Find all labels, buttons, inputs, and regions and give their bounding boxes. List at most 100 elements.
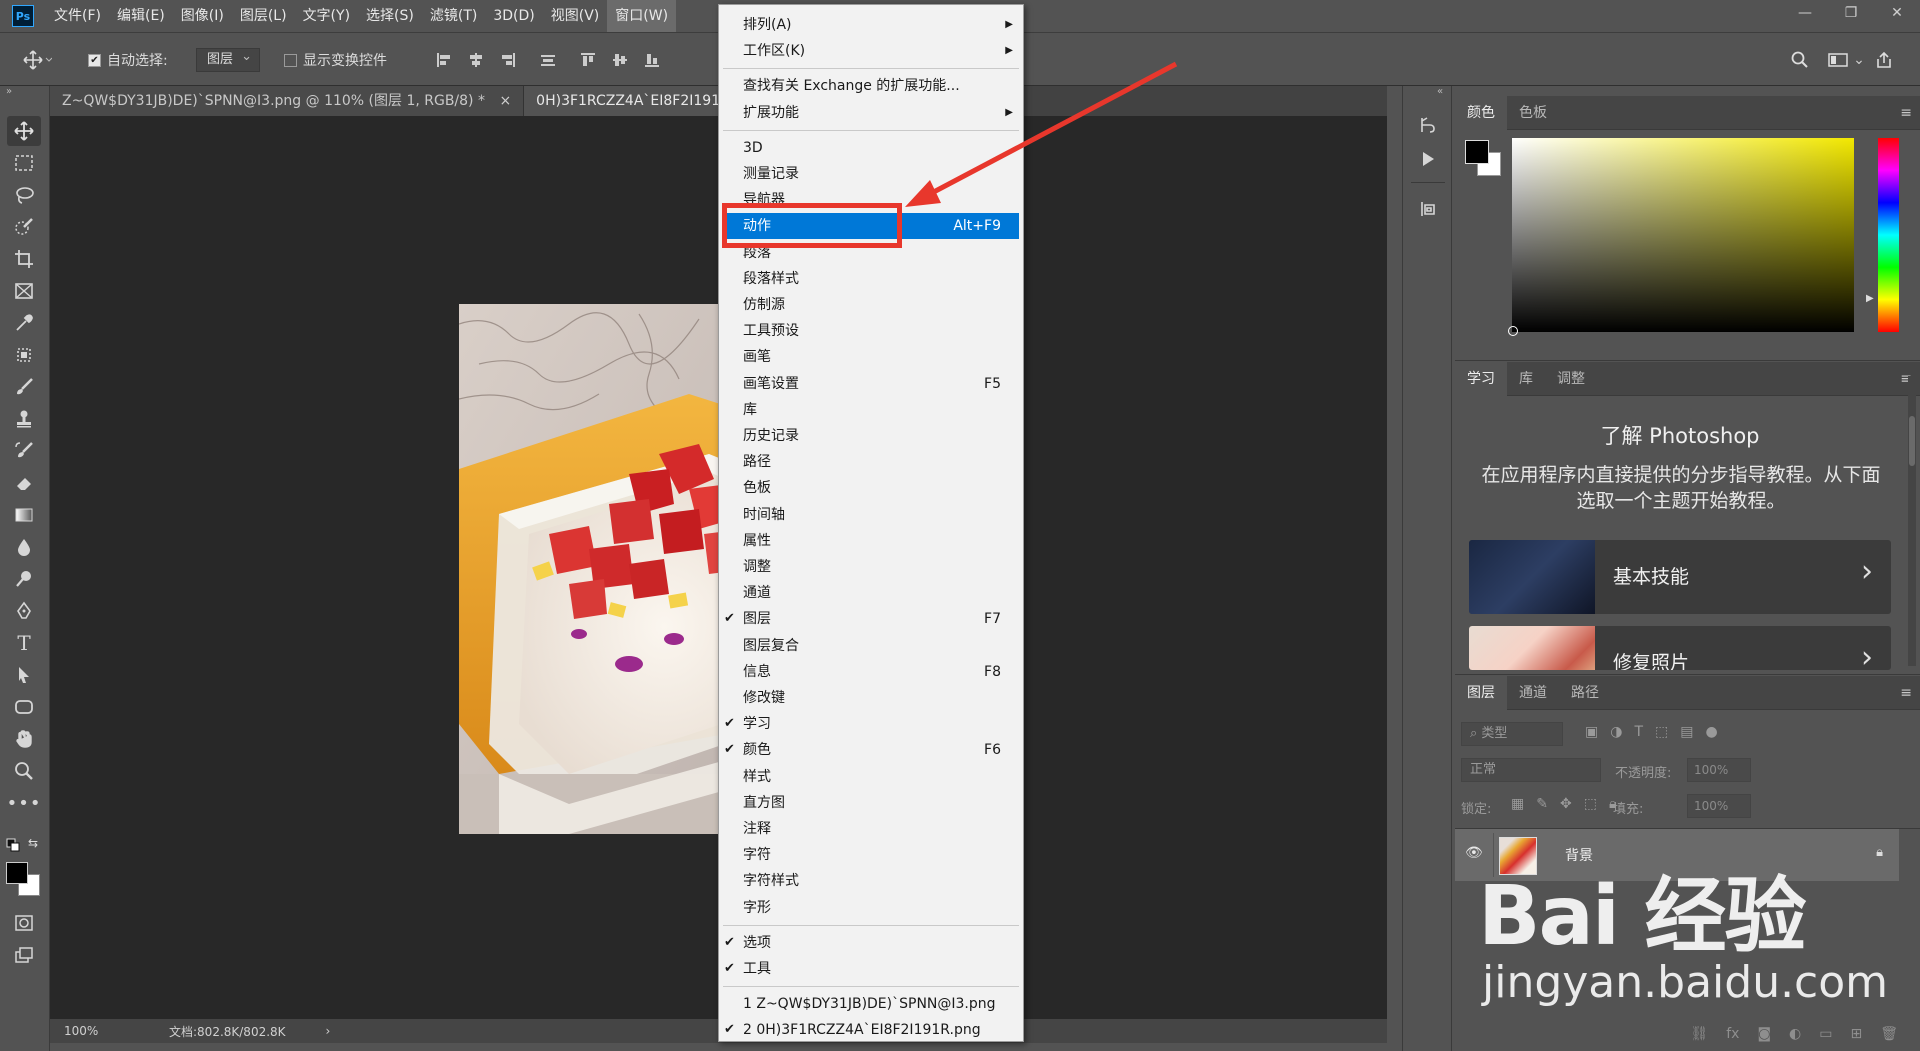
lock-position-icon[interactable]: ✥ <box>1560 796 1572 812</box>
collapse-icon[interactable]: « <box>1437 86 1443 97</box>
tab-channels[interactable]: 通道 <box>1507 676 1559 710</box>
menu-item-3[interactable]: 查找有关 Exchange 的扩展功能... <box>719 73 1023 99</box>
lock-image-icon[interactable]: ✎ <box>1536 796 1548 812</box>
adjustment-layer-icon[interactable]: ◐ <box>1789 1026 1801 1042</box>
adjustment-filter-icon[interactable]: ◑ <box>1610 724 1622 740</box>
menu-item-1[interactable]: 工作区(K) ▶ <box>719 38 1023 64</box>
brush-tool-icon[interactable] <box>7 372 41 402</box>
delete-layer-icon[interactable]: 🗑︎ <box>1880 1026 1898 1042</box>
lasso-tool-icon[interactable] <box>7 180 41 210</box>
learn-scrollbar[interactable] <box>1908 376 1916 666</box>
menu-item-27[interactable]: 修改键 <box>719 685 1023 711</box>
menu-edit[interactable]: 编辑(E) <box>109 0 173 32</box>
color-panel-menu-icon[interactable]: ≡ <box>1900 105 1912 121</box>
menu-item-26[interactable]: 信息 F8 <box>719 659 1023 685</box>
menu-item-38[interactable]: 工具 ✔ <box>719 956 1023 982</box>
menu-item-12[interactable]: 仿制源 <box>719 292 1023 318</box>
crop-tool-icon[interactable] <box>7 244 41 274</box>
menu-type[interactable]: 文字(Y) <box>295 0 358 32</box>
menu-filter[interactable]: 滤镜(T) <box>422 0 485 32</box>
layers-panel-menu-icon[interactable]: ≡ <box>1900 685 1912 701</box>
distribute-horizontal-icon[interactable] <box>538 50 558 70</box>
align-left-icon[interactable] <box>434 50 454 70</box>
menu-3d[interactable]: 3D(D) <box>485 0 542 32</box>
new-layer-icon[interactable]: ⊞ <box>1850 1026 1862 1042</box>
rectangle-tool-icon[interactable] <box>7 692 41 722</box>
menu-item-35[interactable]: 字形 <box>719 895 1023 921</box>
menu-layer[interactable]: 图层(L) <box>232 0 295 32</box>
menu-item-25[interactable]: 图层复合 <box>719 633 1023 659</box>
tab-learn[interactable]: 学习 <box>1455 361 1507 396</box>
menu-item-4[interactable]: 扩展功能 ▶ <box>719 100 1023 126</box>
menu-item-13[interactable]: 工具预设 <box>719 318 1023 344</box>
hand-tool-icon[interactable] <box>7 724 41 754</box>
auto-select-checkbox[interactable]: ✔ <box>88 53 101 67</box>
hue-slider[interactable] <box>1878 138 1899 332</box>
menu-item-14[interactable]: 画笔 <box>719 344 1023 370</box>
learn-card-fix-photos[interactable]: 修复照片 › <box>1469 626 1891 670</box>
history-panel-icon[interactable] <box>1414 112 1442 138</box>
close-window-button[interactable]: ✕ <box>1874 0 1920 26</box>
status-chevron-icon[interactable]: › <box>326 1024 331 1038</box>
blend-mode-dropdown[interactable]: 正常 <box>1461 758 1601 782</box>
clone-stamp-tool-icon[interactable] <box>7 404 41 434</box>
type-tool-icon[interactable]: T <box>7 628 41 658</box>
color-picker-field[interactable] <box>1508 138 1854 336</box>
lock-transparent-icon[interactable]: ▦ <box>1511 796 1524 812</box>
close-tab-icon[interactable]: × <box>499 93 511 109</box>
menu-item-29[interactable]: 颜色 ✔ F6 <box>719 737 1023 763</box>
eyedropper-tool-icon[interactable] <box>7 308 41 338</box>
menu-item-40[interactable]: 1 Z~QW$DY31JB)DE)`SPNN@I3.png <box>719 991 1023 1017</box>
quick-mask-icon[interactable] <box>7 908 41 938</box>
menu-item-34[interactable]: 字符样式 <box>719 868 1023 894</box>
more-tools-icon[interactable]: ••• <box>7 788 41 818</box>
pixel-filter-icon[interactable]: ▣ <box>1585 724 1598 740</box>
tab-libraries[interactable]: 库 <box>1507 362 1545 396</box>
fill-input[interactable]: 100% <box>1687 794 1751 818</box>
tab-adjustments[interactable]: 调整 <box>1545 362 1597 396</box>
menu-item-11[interactable]: 段落样式 <box>719 266 1023 292</box>
menu-view[interactable]: 视图(V) <box>543 0 608 32</box>
move-tool-icon[interactable] <box>7 116 41 146</box>
menu-item-21[interactable]: 属性 <box>719 528 1023 554</box>
restore-button[interactable]: ❐ <box>1828 0 1874 26</box>
patch-tool-icon[interactable] <box>7 340 41 370</box>
collapse-toolbox-icon[interactable]: » <box>6 86 12 97</box>
gradient-tool-icon[interactable] <box>7 500 41 530</box>
smart-object-filter-icon[interactable]: ▤ <box>1680 724 1693 740</box>
type-filter-icon[interactable]: T <box>1634 724 1643 740</box>
menu-item-15[interactable]: 画笔设置 F5 <box>719 371 1023 397</box>
menu-item-23[interactable]: 通道 <box>719 580 1023 606</box>
tab-paths[interactable]: 路径 <box>1559 676 1611 710</box>
history-brush-tool-icon[interactable] <box>7 436 41 466</box>
menu-item-32[interactable]: 注释 <box>719 816 1023 842</box>
path-selection-tool-icon[interactable] <box>7 660 41 690</box>
learn-card-basic-skills[interactable]: 基本技能 › <box>1469 540 1891 614</box>
zoom-tool-icon[interactable] <box>7 756 41 786</box>
quick-selection-tool-icon[interactable] <box>7 212 41 242</box>
menu-item-17[interactable]: 历史记录 <box>719 423 1023 449</box>
menu-item-37[interactable]: 选项 ✔ <box>719 930 1023 956</box>
menu-item-24[interactable]: 图层 ✔ F7 <box>719 606 1023 632</box>
eraser-tool-icon[interactable] <box>7 468 41 498</box>
chevron-down-icon[interactable]: ⌄ <box>1853 50 1865 70</box>
link-layers-icon[interactable]: ⛓︎ <box>1690 1026 1708 1042</box>
opacity-input[interactable]: 100% <box>1687 758 1751 782</box>
fg-color-swatch[interactable] <box>1465 140 1489 164</box>
foreground-color-swatch[interactable] <box>6 862 28 884</box>
tab-layers[interactable]: 图层 <box>1455 675 1507 710</box>
menu-item-28[interactable]: 学习 ✔ <box>719 711 1023 737</box>
blur-tool-icon[interactable] <box>7 532 41 562</box>
menu-item-22[interactable]: 调整 <box>719 554 1023 580</box>
hue-slider-handle-icon[interactable]: ▶ <box>1866 293 1874 304</box>
frame-tool-icon[interactable] <box>7 276 41 306</box>
menu-item-30[interactable]: 样式 <box>719 764 1023 790</box>
dodge-tool-icon[interactable] <box>7 564 41 594</box>
lock-artboard-icon[interactable]: ⬚ <box>1584 796 1597 812</box>
minimize-button[interactable]: — <box>1782 0 1828 26</box>
menu-select[interactable]: 选择(S) <box>358 0 422 32</box>
shape-filter-icon[interactable]: ⬚ <box>1655 724 1668 740</box>
tab-color[interactable]: 颜色 <box>1455 95 1507 130</box>
layer-filter-dropdown[interactable]: ⌕ 类型 <box>1461 722 1563 746</box>
menu-item-33[interactable]: 字符 <box>719 842 1023 868</box>
